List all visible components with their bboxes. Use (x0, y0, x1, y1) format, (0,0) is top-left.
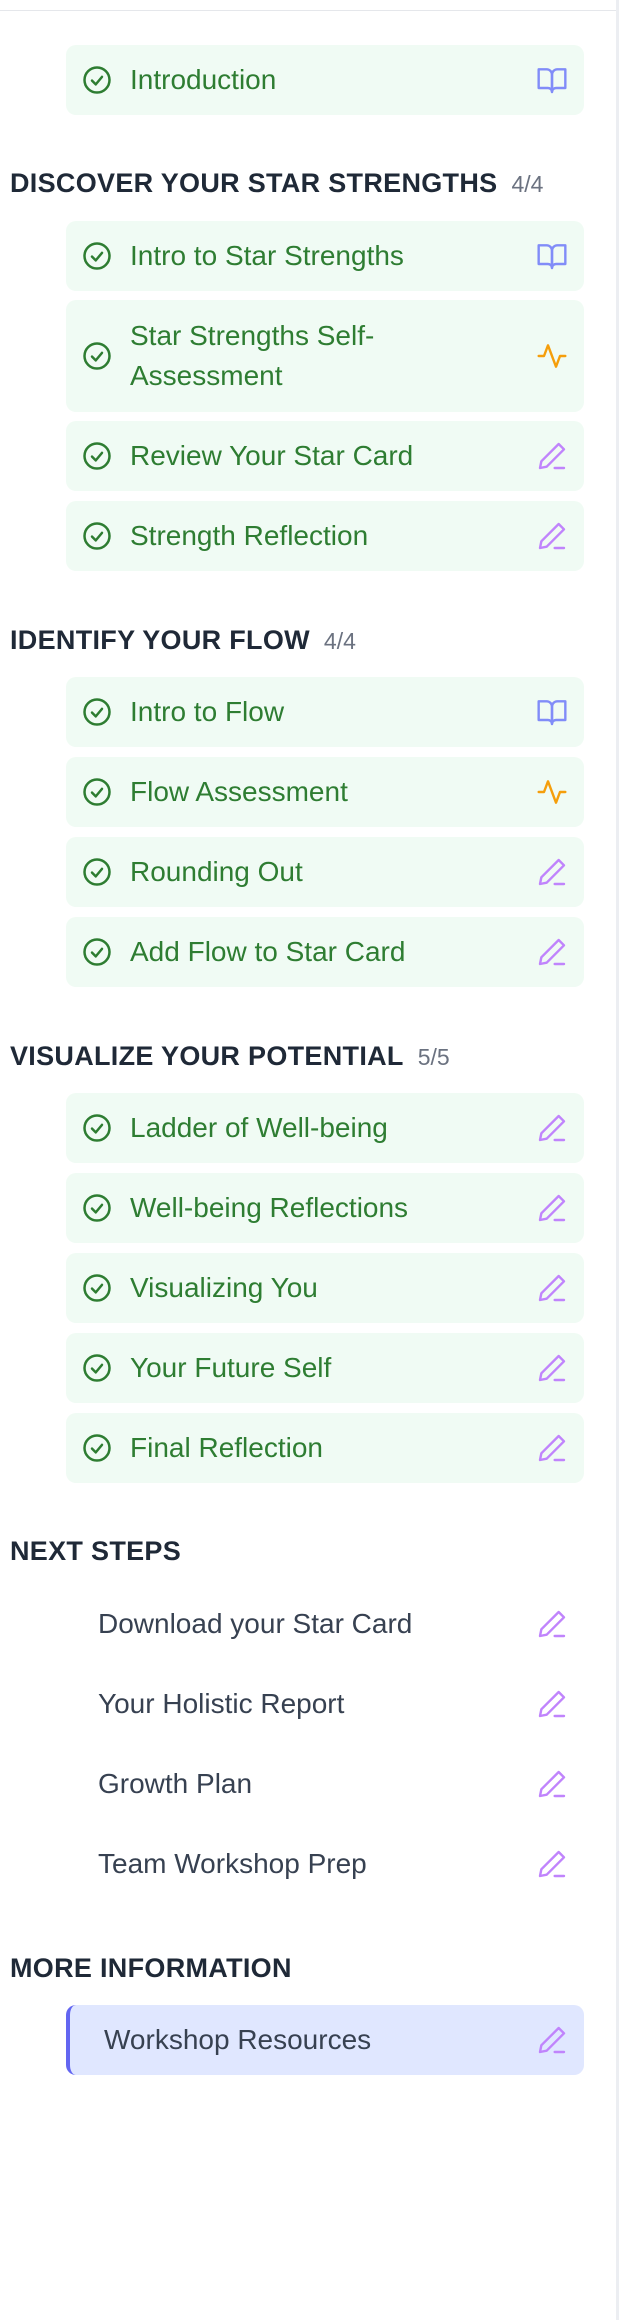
nav-item-workshop-resources[interactable]: Workshop Resources (66, 2005, 584, 2075)
nav-item-well-being-reflections[interactable]: Well-being Reflections (66, 1173, 584, 1243)
section-progress: 4/4 (323, 628, 356, 654)
top-divider (0, 10, 616, 11)
pencil-icon (538, 442, 566, 470)
nav-item-label: Intro to Star Strengths (130, 240, 404, 271)
check-circle-icon (83, 442, 111, 470)
nav-item-review-your-star-card[interactable]: Review Your Star Card (66, 421, 584, 491)
nav-item-label: Flow Assessment (130, 776, 348, 807)
book-icon (537, 700, 567, 726)
section-header-more-information: MORE INFORMATION (10, 1953, 292, 1984)
nav-item-label: Strength Reflection (130, 520, 369, 551)
nav-item-label: Review Your Star Card (130, 440, 414, 471)
nav-item-team-workshop-prep[interactable]: Team Workshop Prep (66, 1829, 584, 1899)
book-icon (537, 68, 567, 94)
pencil-icon (538, 858, 566, 886)
pencil-icon (538, 1274, 566, 1302)
nav-item-label: Well-being Reflections (130, 1192, 409, 1223)
check-circle-icon (83, 1434, 111, 1462)
nav-item-intro-to-star-strengths[interactable]: Intro to Star Strengths (66, 221, 584, 291)
pencil-icon (538, 1690, 566, 1718)
section-title: MORE INFORMATION (10, 1953, 292, 1983)
nav-item-growth-plan[interactable]: Growth Plan (66, 1749, 584, 1819)
pencil-icon (538, 522, 566, 550)
book-icon (537, 244, 567, 270)
nav-item-label: Your Future Self (130, 1352, 332, 1383)
section-title: NEXT STEPS (10, 1536, 182, 1566)
check-circle-icon (83, 1114, 111, 1142)
check-circle-icon (83, 1274, 111, 1302)
nav-item-flow-assessment[interactable]: Flow Assessment (66, 757, 584, 827)
check-circle-icon (83, 1354, 111, 1382)
nav-item-label: Rounding Out (130, 856, 303, 887)
section-title: VISUALIZE YOUR POTENTIAL (10, 1041, 404, 1071)
check-circle-icon (83, 1194, 111, 1222)
nav-item-intro-to-flow[interactable]: Intro to Flow (66, 677, 584, 747)
section-title: IDENTIFY YOUR FLOW (10, 625, 310, 655)
nav-item-ladder-of-well-being[interactable]: Ladder of Well-being (66, 1093, 584, 1163)
nav-item-label: Download your Star Card (98, 1608, 413, 1639)
check-circle-icon (83, 342, 111, 370)
section-progress: 5/5 (417, 1044, 450, 1070)
nav-item-label: Ladder of Well-being (130, 1112, 388, 1143)
check-circle-icon (83, 698, 111, 726)
pencil-icon (538, 1850, 566, 1878)
activity-icon (537, 780, 567, 804)
nav-item-label: Introduction (130, 64, 277, 95)
nav-item-introduction[interactable]: Introduction (66, 45, 584, 115)
section-header-visualize-your-potential: VISUALIZE YOUR POTENTIAL 5/5 (10, 1041, 450, 1072)
pencil-icon (538, 1610, 566, 1638)
nav-item-label: Add Flow to Star Card (130, 936, 406, 967)
section-header-next-steps: NEXT STEPS (10, 1536, 181, 1567)
pencil-icon (538, 1354, 566, 1382)
sidebar-right-border (616, 0, 619, 2320)
pencil-icon (538, 938, 566, 966)
nav-item-label: Final Reflection (130, 1432, 323, 1463)
section-header-identify-your-flow: IDENTIFY YOUR FLOW 4/4 (10, 625, 356, 656)
activity-icon (537, 344, 567, 368)
pencil-icon (538, 1194, 566, 1222)
nav-item-add-flow-to-star-card[interactable]: Add Flow to Star Card (66, 917, 584, 987)
nav-item-star-strengths-self-assessment[interactable]: Star Strengths Self-Assessment (66, 300, 584, 412)
pencil-icon (538, 2026, 566, 2054)
check-circle-icon (83, 242, 111, 270)
nav-item-rounding-out[interactable]: Rounding Out (66, 837, 584, 907)
nav-item-visualizing-you[interactable]: Visualizing You (66, 1253, 584, 1323)
nav-item-final-reflection[interactable]: Final Reflection (66, 1413, 584, 1483)
nav-item-your-future-self[interactable]: Your Future Self (66, 1333, 584, 1403)
check-circle-icon (83, 938, 111, 966)
nav-item-download-your-star-card[interactable]: Download your Star Card (66, 1589, 584, 1659)
nav-item-label: Visualizing You (130, 1272, 318, 1303)
section-progress: 4/4 (511, 171, 544, 197)
check-circle-icon (83, 522, 111, 550)
nav-item-label: Intro to Flow (130, 696, 285, 727)
section-title: DISCOVER YOUR STAR STRENGTHS (10, 168, 498, 198)
section-header-discover-star-strengths: DISCOVER YOUR STAR STRENGTHS 4/4 (10, 168, 543, 199)
nav-item-label: Team Workshop Prep (98, 1848, 367, 1879)
pencil-icon (538, 1114, 566, 1142)
check-circle-icon (83, 66, 111, 94)
pencil-icon (538, 1770, 566, 1798)
nav-item-label: Growth Plan (98, 1768, 253, 1799)
check-circle-icon (83, 858, 111, 886)
check-circle-icon (83, 778, 111, 806)
nav-item-label: Workshop Resources (104, 2024, 372, 2055)
nav-item-your-holistic-report[interactable]: Your Holistic Report (66, 1669, 584, 1739)
pencil-icon (538, 1434, 566, 1462)
nav-item-strength-reflection[interactable]: Strength Reflection (66, 501, 584, 571)
nav-item-label: Star Strengths Self-Assessment (130, 320, 375, 391)
nav-item-label: Your Holistic Report (98, 1688, 345, 1719)
